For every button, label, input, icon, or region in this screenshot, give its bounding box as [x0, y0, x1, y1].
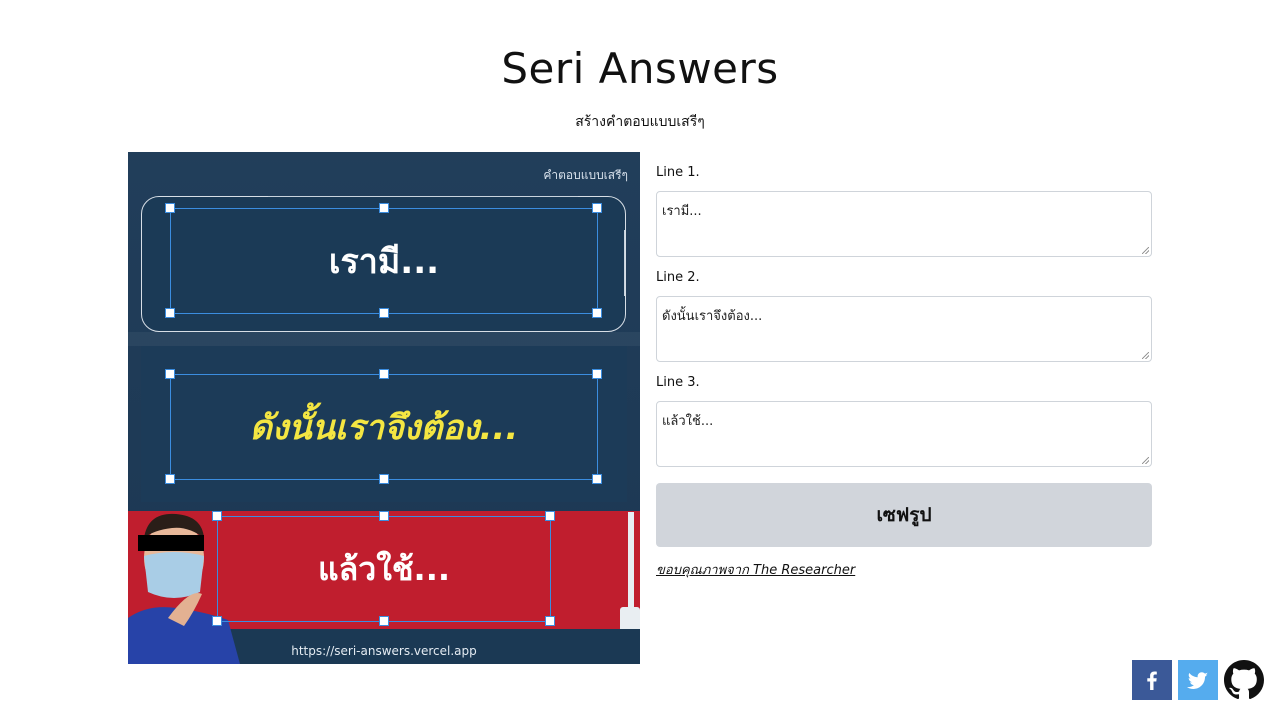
resize-handle[interactable]	[212, 616, 222, 626]
resize-handle[interactable]	[165, 369, 175, 379]
facebook-icon	[1147, 671, 1157, 690]
canvas-corner-text: คำตอบแบบเสรีๆ	[543, 168, 628, 182]
resize-handle[interactable]	[165, 203, 175, 213]
line3-label: Line 3.	[656, 375, 700, 390]
resize-handle[interactable]	[592, 369, 602, 379]
resize-handle[interactable]	[545, 616, 555, 626]
background-strip	[128, 332, 640, 346]
resize-handle[interactable]	[545, 511, 555, 521]
resize-grip-icon[interactable]	[1142, 247, 1149, 254]
resize-handle[interactable]	[379, 369, 389, 379]
selection-box-line1[interactable]	[170, 208, 598, 314]
selection-box-line3[interactable]	[217, 516, 551, 622]
line1-label: Line 1.	[656, 165, 700, 180]
resize-grip-icon[interactable]	[1142, 352, 1149, 359]
line1-value: เรามี...	[662, 204, 702, 219]
decorative-line	[268, 196, 578, 197]
resize-grip-icon[interactable]	[1142, 457, 1149, 464]
facebook-share-button[interactable]	[1132, 660, 1172, 700]
line1-input[interactable]: เรามี...	[656, 191, 1152, 257]
line3-value: แล้วใช้...	[662, 414, 714, 429]
image-credit-link[interactable]: ขอบคุณภาพจาก The Researcher	[656, 559, 855, 580]
line2-input[interactable]: ดังนั้นเราจึงต้อง...	[656, 296, 1152, 362]
resize-handle[interactable]	[592, 308, 602, 318]
line2-value: ดังนั้นเราจึงต้อง...	[662, 309, 763, 324]
twitter-icon	[1186, 672, 1208, 689]
page-title: Seri Answers	[501, 44, 779, 93]
resize-handle[interactable]	[379, 474, 389, 484]
decorative-line	[624, 230, 625, 296]
resize-handle[interactable]	[592, 203, 602, 213]
github-icon	[1224, 660, 1264, 700]
resize-handle[interactable]	[212, 511, 222, 521]
save-image-button[interactable]: เซฟรูป	[656, 483, 1152, 547]
answer-form: Line 1. เรามี... Line 2. ดังนั้นเราจึงต้…	[656, 152, 1152, 580]
syringe-illustration	[628, 512, 634, 608]
resize-handle[interactable]	[165, 308, 175, 318]
selection-box-line2[interactable]	[170, 374, 598, 480]
resize-handle[interactable]	[379, 616, 389, 626]
canvas-url-text: https://seri-answers.vercel.app	[291, 644, 477, 658]
preview-canvas[interactable]: คำตอบแบบเสรีๆ เรามี... ดังนั้นเราจึงต้อง…	[128, 152, 640, 664]
github-link[interactable]	[1224, 660, 1264, 700]
twitter-share-button[interactable]	[1178, 660, 1218, 700]
line2-label: Line 2.	[656, 270, 700, 285]
resize-handle[interactable]	[379, 203, 389, 213]
resize-handle[interactable]	[165, 474, 175, 484]
resize-handle[interactable]	[379, 511, 389, 521]
line3-input[interactable]: แล้วใช้...	[656, 401, 1152, 467]
resize-handle[interactable]	[592, 474, 602, 484]
resize-handle[interactable]	[379, 308, 389, 318]
page-subtitle: สร้างคำตอบแบบเสรีๆ	[575, 114, 705, 130]
